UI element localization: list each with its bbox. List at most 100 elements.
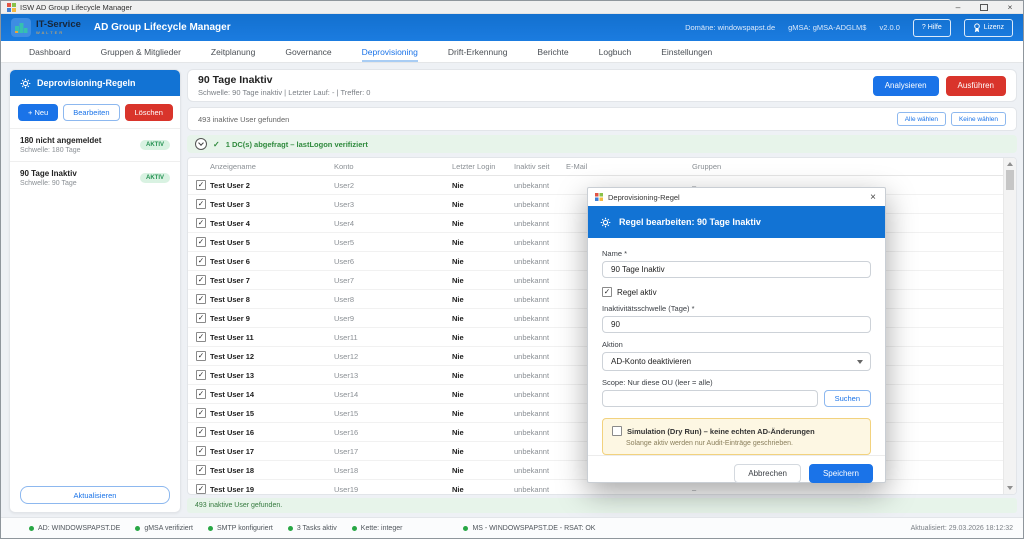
scrollbar-thumb[interactable] [1006, 170, 1014, 190]
status-item: Kette: integer [352, 525, 403, 532]
cell-anzeigename: Test User 4 [210, 219, 334, 228]
dialog-icon [595, 193, 603, 201]
tab-logbuch[interactable]: Logbuch [599, 41, 632, 62]
rule-item[interactable]: 180 nicht angemeldetSchwelle: 180 TageAK… [10, 128, 180, 161]
tab-zeitplanung[interactable]: Zeitplanung [211, 41, 255, 62]
rule-status-badge: AKTIV [140, 173, 170, 183]
rule-item[interactable]: 90 Tage InaktivSchwelle: 90 TageAKTIV [10, 161, 180, 194]
edit-rule-button[interactable]: Bearbeiten [63, 104, 119, 121]
close-button[interactable]: × [997, 1, 1023, 13]
row-checkbox[interactable]: ✓ [196, 370, 206, 380]
row-checkbox[interactable]: ✓ [196, 256, 206, 266]
maximize-icon [980, 4, 988, 11]
license-button[interactable]: Lizenz [964, 19, 1013, 37]
select-all-button[interactable]: Alle wählen [897, 112, 946, 126]
cell-konto: User3 [334, 200, 452, 209]
row-checkbox[interactable]: ✓ [196, 237, 206, 247]
scope-search-button[interactable]: Suchen [824, 390, 871, 407]
cell-letzter-login: Nie [452, 257, 514, 266]
row-checkbox[interactable]: ✓ [196, 446, 206, 456]
status-items: AD: WINDOWSPAPST.DEgMSA verifiziertSMTP … [29, 525, 610, 532]
row-checkbox[interactable]: ✓ [196, 332, 206, 342]
cell-konto: User9 [334, 314, 452, 323]
row-checkbox[interactable]: ✓ [196, 218, 206, 228]
table-scrollbar[interactable] [1003, 158, 1016, 494]
cell-konto: User2 [334, 181, 452, 190]
tab-deprovisioning[interactable]: Deprovisioning [362, 41, 418, 62]
cell-konto: User7 [334, 276, 452, 285]
collapse-toggle-button[interactable] [195, 138, 207, 150]
tab-governance[interactable]: Governance [285, 41, 331, 62]
minimize-button[interactable]: – [945, 1, 971, 13]
row-checkbox[interactable]: ✓ [196, 180, 206, 190]
cell-letzter-login: Nie [452, 333, 514, 342]
row-checkbox[interactable]: ✓ [196, 465, 206, 475]
cancel-button[interactable]: Abbrechen [734, 464, 801, 483]
scope-input[interactable] [602, 390, 818, 407]
delete-rule-button[interactable]: Löschen [125, 104, 173, 121]
row-checkbox[interactable]: ✓ [196, 294, 206, 304]
tab-berichte[interactable]: Berichte [537, 41, 568, 62]
cell-anzeigename: Test User 9 [210, 314, 334, 323]
status-dot-icon [135, 526, 140, 531]
cell-anzeigename: Test User 15 [210, 409, 334, 418]
tab-einstellungen[interactable]: Einstellungen [661, 41, 712, 62]
cell-konto: User13 [334, 371, 452, 380]
action-select[interactable]: AD-Konto deaktivieren [602, 352, 871, 371]
new-rule-button[interactable]: + Neu [18, 104, 58, 121]
cell-anzeigename: Test User 12 [210, 352, 334, 361]
cell-inaktiv-seit: unbekannt [514, 352, 566, 361]
cell-letzter-login: Nie [452, 276, 514, 285]
cell-anzeigename: Test User 19 [210, 485, 334, 494]
cell-anzeigename: Test User 2 [210, 181, 334, 190]
row-checkbox[interactable]: ✓ [196, 275, 206, 285]
cell-anzeigename: Test User 8 [210, 295, 334, 304]
deprovisioning-rule-dialog: Deprovisioning-Regel × Regel bearbeiten:… [587, 187, 886, 483]
tab-gruppen-mitglieder[interactable]: Gruppen & Mitglieder [101, 41, 181, 62]
tab-bar: Dashboard Gruppen & Mitglieder Zeitplanung… [1, 41, 1023, 63]
rule-active-checkbox[interactable]: ✓ [602, 287, 612, 297]
cell-konto: User4 [334, 219, 452, 228]
run-button[interactable]: Ausführen [946, 76, 1006, 96]
row-checkbox[interactable]: ✓ [196, 351, 206, 361]
rule-threshold: Schwelle: 180 Tage [20, 147, 101, 154]
cell-konto: User5 [334, 238, 452, 247]
rule-list: 180 nicht angemeldetSchwelle: 180 TageAK… [10, 128, 180, 194]
rule-active-row: ✓ Regel aktiv [602, 287, 871, 297]
help-button[interactable]: ? Hilfe [913, 19, 951, 37]
maximize-button[interactable] [971, 1, 997, 13]
refresh-button[interactable]: Aktualisieren [20, 486, 170, 504]
row-checkbox[interactable]: ✓ [196, 199, 206, 209]
cell-konto: User16 [334, 428, 452, 437]
analyze-button[interactable]: Analysieren [873, 76, 939, 96]
threshold-input[interactable] [602, 316, 871, 333]
rule-header-text: 90 Tage Inaktiv Schwelle: 90 Tage inakti… [198, 74, 370, 97]
name-input[interactable] [602, 261, 871, 278]
status-item: SMTP konfiguriert [208, 525, 273, 532]
header-right: Domäne: windowspapst.de gMSA: gMSA-ADGLM… [685, 19, 1013, 37]
dryrun-checkbox[interactable] [612, 426, 622, 436]
save-button[interactable]: Speichern [809, 464, 873, 483]
cell-letzter-login: Nie [452, 219, 514, 228]
tab-drift-erkennung[interactable]: Drift-Erkennung [448, 41, 508, 62]
row-checkbox[interactable]: ✓ [196, 313, 206, 323]
cell-konto: User14 [334, 390, 452, 399]
row-checkbox[interactable]: ✓ [196, 389, 206, 399]
tab-dashboard[interactable]: Dashboard [29, 41, 71, 62]
app-icon [7, 3, 16, 12]
row-checkbox[interactable]: ✓ [196, 484, 206, 494]
row-checkbox[interactable]: ✓ [196, 408, 206, 418]
status-item: AD: WINDOWSPAPST.DE [29, 525, 120, 532]
row-checkbox[interactable]: ✓ [196, 427, 206, 437]
dialog-close-button[interactable]: × [868, 192, 878, 203]
medal-icon [973, 23, 981, 33]
caret-down-icon [857, 360, 863, 364]
scroll-down-icon[interactable] [1007, 486, 1013, 490]
results-toolbar: 493 inaktive User gefunden Alle wählen K… [187, 107, 1017, 131]
select-none-button[interactable]: Keine wählen [951, 112, 1006, 126]
rule-active-label: Regel aktiv [617, 288, 657, 297]
status-dot-icon [352, 526, 357, 531]
column-header-inaktiv-seit: Inaktiv seit [514, 162, 566, 171]
cell-letzter-login: Nie [452, 390, 514, 399]
scroll-up-icon[interactable] [1007, 162, 1013, 166]
